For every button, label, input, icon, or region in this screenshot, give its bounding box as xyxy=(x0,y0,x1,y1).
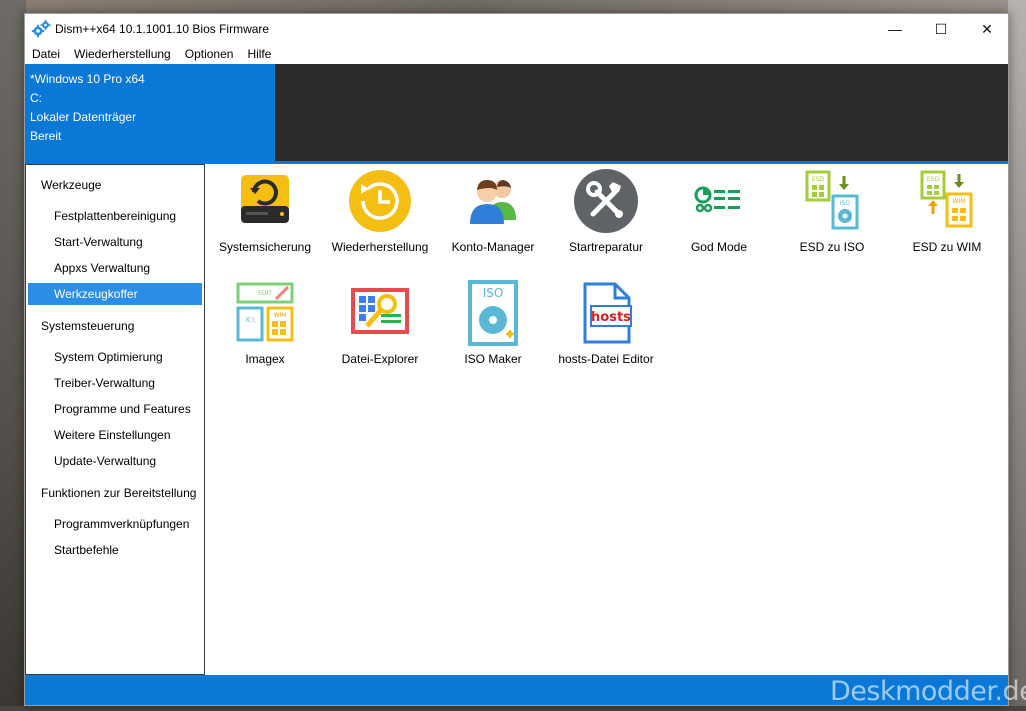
restore-clock-icon xyxy=(349,170,411,232)
maximize-icon: ☐ xyxy=(934,20,948,37)
wim-text: WIM xyxy=(274,312,287,319)
sidebar-item-programme-und-features[interactable]: Programme und Features xyxy=(28,398,202,420)
tool-label: Konto-Manager xyxy=(451,240,535,254)
edit-text: EDIT xyxy=(258,290,272,297)
tool-systemsicherung[interactable]: Systemsicherung xyxy=(207,164,323,264)
users-icon xyxy=(470,179,516,224)
wim-text: WIM xyxy=(953,198,966,205)
hosts-text: hosts xyxy=(591,310,631,325)
session-os: *Windows 10 Pro x64 xyxy=(30,72,145,86)
sidebar-group-funktionen: Funktionen zur Bereitstellung xyxy=(41,486,197,500)
sidebar-item-treiber-verwaltung[interactable]: Treiber-Verwaltung xyxy=(28,372,202,394)
session-drive: C: xyxy=(30,91,42,105)
menu-wiederherstellung[interactable]: Wiederherstellung xyxy=(67,47,178,61)
esd-to-wim-icon: ESD WIM xyxy=(920,170,973,228)
tool-label: Startreparatur xyxy=(568,240,644,254)
tool-wiederherstellung[interactable]: Wiederherstellung xyxy=(322,164,438,264)
session-info-panel[interactable]: *Windows 10 Pro x64 C: Lokaler Datenträg… xyxy=(25,64,275,161)
tool-label: ISO Maker xyxy=(464,352,522,366)
sidebar-item-startbefehle[interactable]: Startbefehle xyxy=(28,539,202,561)
sidebar-item-programmverknuepfungen[interactable]: Programmverknüpfungen xyxy=(28,513,202,535)
sidebar-item-update-verwaltung[interactable]: Update-Verwaltung xyxy=(28,450,202,472)
file-explorer-icon xyxy=(351,288,409,334)
menu-datei[interactable]: Datei xyxy=(25,47,67,61)
sidebar-item-system-optimierung[interactable]: System Optimierung xyxy=(28,346,202,368)
session-status: Bereit xyxy=(30,129,62,143)
god-mode-icon xyxy=(694,186,740,213)
tool-label: God Mode xyxy=(690,240,748,254)
iso-text: ISO xyxy=(483,286,504,300)
tool-esd-zu-iso[interactable]: ESD ISO ESD zu ISO xyxy=(774,164,890,264)
sidebar-group-systemsteuerung: Systemsteuerung xyxy=(41,319,135,333)
backup-drive-icon xyxy=(241,175,289,223)
menu-hilfe[interactable]: Hilfe xyxy=(240,47,278,61)
session-volume: Lokaler Datenträger xyxy=(30,110,137,124)
tool-startreparatur[interactable]: Startreparatur xyxy=(548,164,664,264)
iso-maker-icon: ISO xyxy=(468,280,518,346)
tool-konto-manager[interactable]: Konto-Manager xyxy=(435,164,551,264)
toolbox-panel: Systemsicherung Wiederherstellung Konto-… xyxy=(206,164,1008,675)
imagex-icon: EDIT X:\ WIM xyxy=(236,282,294,342)
desktop-background-left xyxy=(0,0,26,711)
close-button[interactable]: ✕ xyxy=(964,14,1010,44)
esd-to-iso-icon: ESD ISO xyxy=(805,170,859,230)
repair-tools-icon xyxy=(574,169,638,233)
sidebar: Werkzeuge Festplattenbereinigung Start-V… xyxy=(25,164,205,675)
hosts-editor-icon: hosts xyxy=(583,282,632,344)
title-bar[interactable]: Dism++x64 10.1.1001.10 Bios Firmware — ☐… xyxy=(25,14,1008,44)
tool-label: Wiederherstellung xyxy=(331,240,429,254)
close-icon: ✕ xyxy=(981,20,993,37)
tool-god-mode[interactable]: God Mode xyxy=(661,164,777,264)
watermark: Deskmodder.de xyxy=(830,676,1026,707)
tool-datei-explorer[interactable]: Datei-Explorer xyxy=(322,276,438,376)
iso-text: ISO xyxy=(840,200,851,207)
window-title: Dism++x64 10.1.1001.10 Bios Firmware xyxy=(55,22,270,36)
minimize-button[interactable]: — xyxy=(872,14,918,44)
tool-label: ESD zu ISO xyxy=(799,240,865,254)
sidebar-item-appxs-verwaltung[interactable]: Appxs Verwaltung xyxy=(28,257,202,279)
tool-label: Imagex xyxy=(245,352,285,366)
tool-label: ESD zu WIM xyxy=(912,240,982,254)
tool-label: Datei-Explorer xyxy=(341,352,419,366)
menu-bar: Datei Wiederherstellung Optionen Hilfe xyxy=(25,44,1008,64)
minimize-icon: — xyxy=(888,21,902,37)
app-window: Dism++x64 10.1.1001.10 Bios Firmware — ☐… xyxy=(24,13,1009,706)
sidebar-item-start-verwaltung[interactable]: Start-Verwaltung xyxy=(28,231,202,253)
esd-text: ESD xyxy=(812,176,825,183)
menu-optionen[interactable]: Optionen xyxy=(178,47,241,61)
tool-iso-maker[interactable]: ISO ISO Maker xyxy=(435,276,551,376)
tool-esd-zu-wim[interactable]: ESD WIM ESD zu WIM xyxy=(889,164,1005,264)
tool-imagex[interactable]: EDIT X:\ WIM Imagex xyxy=(207,276,323,376)
sidebar-item-festplattenbereinigung[interactable]: Festplattenbereinigung xyxy=(28,205,202,227)
tool-label: hosts-Datei Editor xyxy=(558,352,654,366)
tool-label: Systemsicherung xyxy=(218,240,312,254)
esd-text: ESD xyxy=(927,176,940,183)
sidebar-group-werkzeuge: Werkzeuge xyxy=(41,178,102,192)
maximize-button[interactable]: ☐ xyxy=(918,14,964,44)
gears-icon xyxy=(31,20,51,38)
sidebar-item-weitere-einstellungen[interactable]: Weitere Einstellungen xyxy=(28,424,202,446)
drive-text: X:\ xyxy=(245,316,255,324)
desktop-background-right xyxy=(1008,0,1026,711)
tool-hosts-editor[interactable]: hosts hosts-Datei Editor xyxy=(548,276,664,376)
session-list-panel xyxy=(275,64,1008,161)
sidebar-item-werkzeugkoffer[interactable]: Werkzeugkoffer xyxy=(28,283,202,305)
